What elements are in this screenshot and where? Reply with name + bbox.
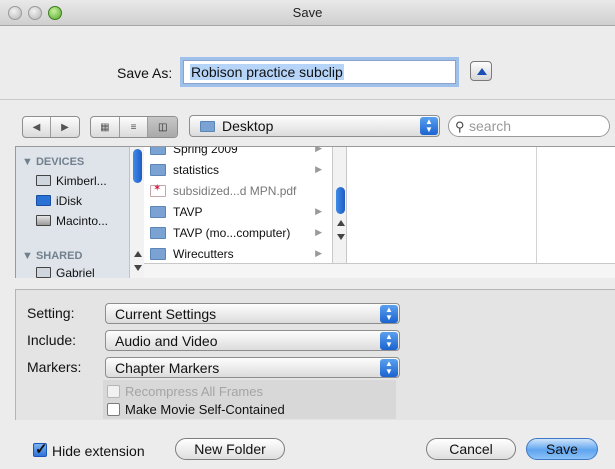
file-row[interactable]: Spring 2009 ▶ [144, 147, 332, 158]
sidebar-scrollbar[interactable] [129, 147, 144, 278]
window-title: Save [292, 5, 323, 20]
folder-icon [150, 227, 166, 239]
sidebar-header-shared: ▼ SHARED [22, 250, 83, 262]
new-folder-button[interactable]: New Folder [175, 438, 285, 460]
markers-value: Chapter Markers [115, 360, 220, 376]
back-icon[interactable]: ◀ [23, 117, 51, 137]
sidebar-item-gabriel[interactable]: Gabriel [36, 266, 95, 278]
sidebar-item-computer[interactable]: Kimberl... [36, 174, 107, 192]
export-options-panel: Setting: Current Settings ▲ ▼ Include: Au… [15, 289, 615, 420]
recompress-checkbox[interactable] [107, 385, 120, 398]
folder-icon [150, 147, 166, 155]
setting-label: Setting: [27, 305, 75, 321]
include-label: Include: [27, 332, 77, 348]
hide-extension-label: Hide extension [52, 443, 145, 459]
search-icon: ⚲ [455, 119, 465, 134]
divider [0, 99, 615, 100]
popup-arrows-icon: ▲ ▼ [420, 117, 438, 135]
chevron-right-icon: ▶ [315, 227, 322, 237]
save-as-label: Save As: [117, 65, 173, 81]
list-view-icon[interactable]: ≡ [120, 117, 149, 137]
browser-column: Spring 2009 ▶ statistics ▶ subsidized...… [144, 147, 332, 278]
sidebar: ▼ DEVICES Kimberl... iDisk Macinto... ▼ … [16, 147, 129, 278]
file-row[interactable]: Wirecutters ▶ [144, 245, 332, 263]
scroll-thumb[interactable] [336, 187, 345, 214]
horizontal-scrollbar[interactable] [144, 263, 615, 278]
scroll-thumb[interactable] [133, 149, 142, 183]
folder-icon [200, 121, 215, 132]
history-segmented-control: ◀ ▶ [22, 116, 80, 138]
idisk-icon [36, 195, 51, 206]
popup-arrows-icon: ▲ ▼ [380, 305, 398, 323]
chevron-right-icon: ▶ [315, 248, 322, 258]
markers-popup[interactable]: Chapter Markers ▲ ▼ [105, 357, 400, 378]
title-bar: Save [0, 0, 615, 26]
sidebar-header-devices: ▼ DEVICES [22, 156, 85, 168]
triangle-up-icon [477, 68, 487, 75]
collapse-dialog-button[interactable] [470, 61, 492, 81]
cancel-button[interactable]: Cancel [426, 438, 516, 460]
save-dialog-window: Save Save As: Robison practice subclip ◀… [0, 0, 615, 469]
column-scrollbar[interactable] [332, 147, 347, 278]
browser-column-empty [538, 147, 615, 278]
forward-icon[interactable]: ▶ [51, 117, 79, 137]
save-as-field[interactable]: Robison practice subclip [183, 60, 456, 84]
hide-extension-checkbox[interactable] [33, 440, 48, 458]
file-row[interactable]: TAVP (mo...computer) ▶ [144, 224, 332, 242]
search-box[interactable]: ⚲ [448, 115, 610, 137]
search-input[interactable] [469, 118, 599, 134]
sidebar-item-macintosh-hd[interactable]: Macinto... [36, 214, 108, 232]
file-row[interactable]: TAVP ▶ [144, 203, 332, 221]
self-contained-label: Make Movie Self-Contained [125, 402, 285, 417]
pdf-icon [150, 183, 166, 197]
scroll-up-icon[interactable] [134, 251, 142, 257]
recompress-label: Recompress All Frames [125, 384, 263, 399]
shared-computer-icon [36, 267, 51, 278]
markers-label: Markers: [27, 359, 82, 375]
scroll-down-icon[interactable] [337, 234, 345, 240]
folder-icon [150, 164, 166, 176]
include-popup[interactable]: Audio and Video ▲ ▼ [105, 330, 400, 351]
setting-value: Current Settings [115, 306, 217, 322]
setting-popup[interactable]: Current Settings ▲ ▼ [105, 303, 400, 324]
include-value: Audio and Video [115, 333, 218, 349]
popup-arrows-icon: ▲ ▼ [380, 332, 398, 350]
file-row[interactable]: statistics ▶ [144, 161, 332, 179]
browser-column-empty [347, 147, 537, 278]
chevron-right-icon: ▶ [315, 206, 322, 216]
folder-icon [150, 248, 166, 260]
icon-view-icon[interactable]: ▦ [91, 117, 120, 137]
save-as-value: Robison practice subclip [190, 64, 344, 80]
scroll-up-icon[interactable] [337, 220, 345, 226]
column-view-icon[interactable]: ◫ [148, 117, 177, 137]
view-mode-segmented-control: ▦ ≡ ◫ [90, 116, 178, 138]
chevron-right-icon: ▶ [315, 147, 322, 153]
location-label: Desktop [222, 118, 274, 134]
folder-icon [150, 206, 166, 218]
hard-drive-icon [36, 215, 51, 226]
file-browser: ▼ DEVICES Kimberl... iDisk Macinto... ▼ … [15, 146, 615, 278]
chevron-right-icon: ▶ [315, 164, 322, 174]
popup-arrows-icon: ▲ ▼ [380, 359, 398, 377]
sidebar-item-idisk[interactable]: iDisk [36, 194, 82, 212]
computer-icon [36, 175, 51, 186]
location-popup[interactable]: Desktop ▲ ▼ [189, 115, 440, 137]
self-contained-checkbox[interactable] [107, 403, 120, 416]
scroll-down-icon[interactable] [134, 265, 142, 271]
save-button[interactable]: Save [526, 438, 598, 460]
file-row[interactable]: subsidized...d MPN.pdf [144, 182, 332, 200]
